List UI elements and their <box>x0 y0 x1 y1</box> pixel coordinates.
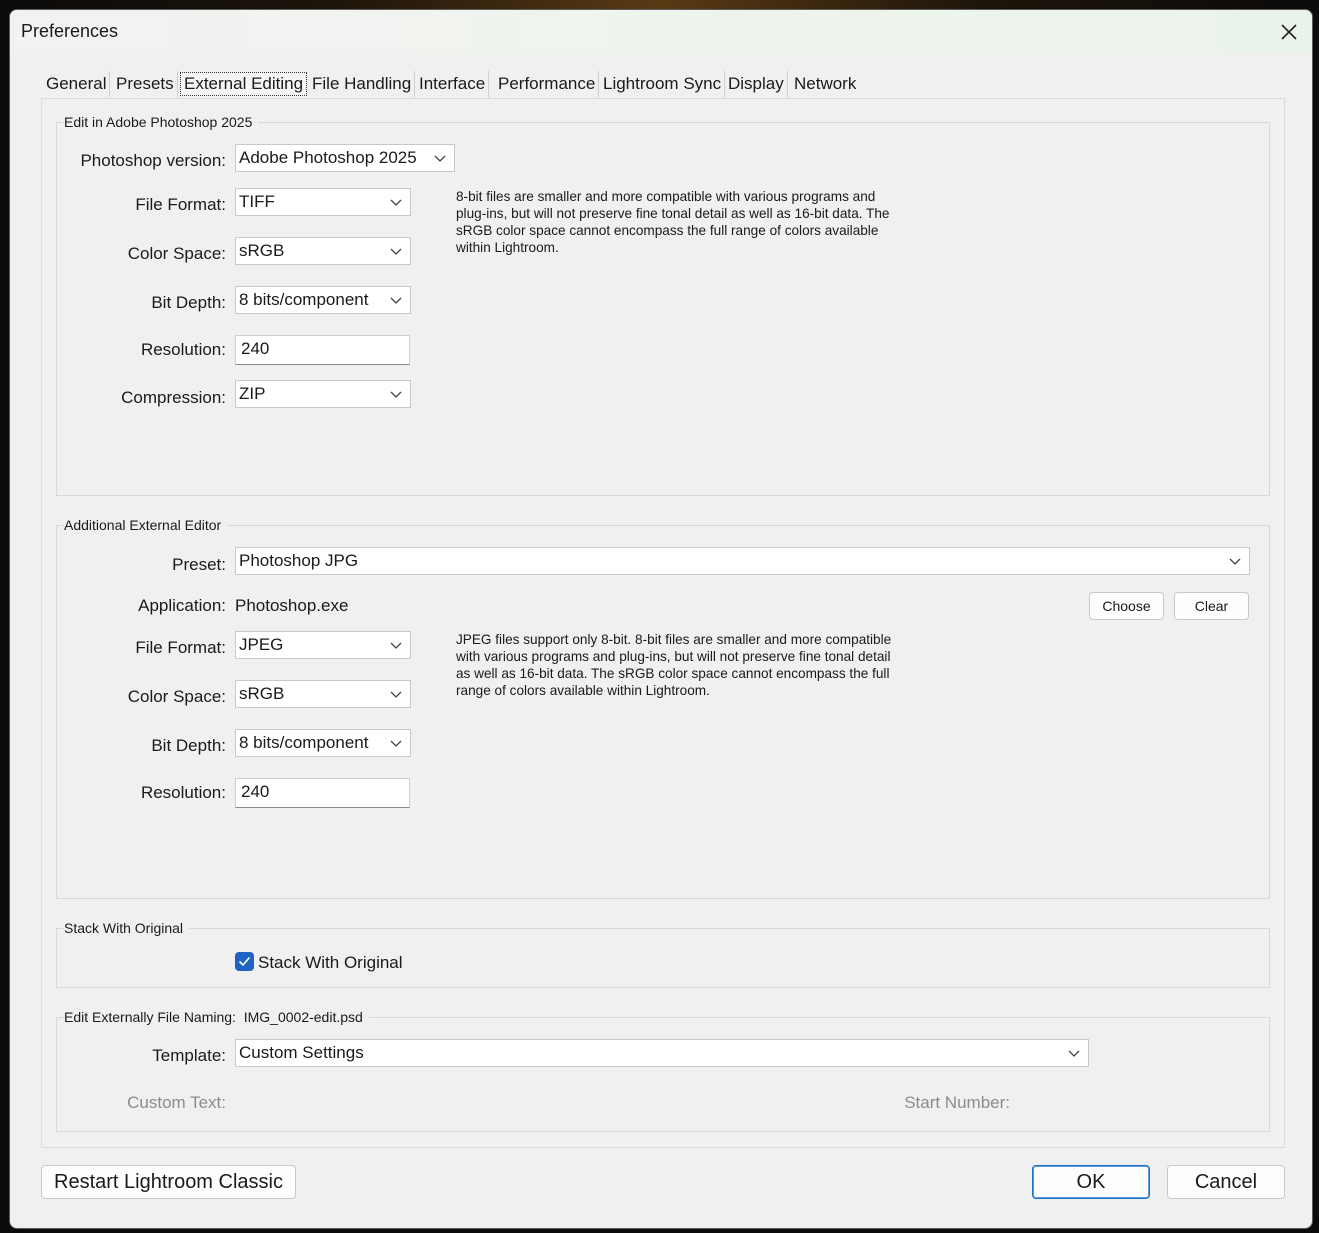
ps-color-space-select[interactable]: sRGB <box>235 237 411 265</box>
close-icon <box>1281 24 1297 40</box>
additional-editor-group-title: Additional External Editor <box>64 517 228 533</box>
ps-bit-depth-label: Bit Depth: <box>151 293 226 312</box>
ae-resolution-label: Resolution: <box>140 783 226 802</box>
ps-compression-label: Compression: <box>121 388 226 407</box>
ps-file-format-select[interactable]: TIFF <box>235 188 411 216</box>
title-bar: Preferences <box>10 10 1312 54</box>
ps-color-space-value: sRGB <box>239 241 285 260</box>
ae-file-format-label: File Format: <box>135 638 226 657</box>
start-number-label: Start Number: <box>904 1093 1010 1112</box>
tab-network[interactable]: Network <box>791 71 859 97</box>
ps-file-format-label: File Format: <box>135 195 226 214</box>
stack-group-title: Stack With Original <box>64 920 190 936</box>
chevron-down-icon <box>390 199 402 206</box>
ae-color-space-select[interactable]: sRGB <box>235 680 411 708</box>
file-naming-group-title: Edit Externally File Naming: IMG_0002-ed… <box>64 1009 369 1025</box>
photoshop-group-title: Edit in Adobe Photoshop 2025 <box>64 114 259 130</box>
ae-file-format-select[interactable]: JPEG <box>235 631 411 659</box>
ae-color-space-value: sRGB <box>239 684 285 703</box>
close-button[interactable] <box>1266 10 1312 54</box>
tab-presets[interactable]: Presets <box>113 71 178 97</box>
tab-performance[interactable]: Performance <box>495 71 600 97</box>
ps-description-line: 8-bit files are smaller and more compati… <box>456 189 876 204</box>
ok-button[interactable]: OK <box>1032 1165 1150 1199</box>
ae-description-line: as well as 16-bit data. The sRGB color s… <box>456 666 890 681</box>
tab-interface[interactable]: Interface <box>416 71 490 97</box>
tab-lightroom-sync[interactable]: Lightroom Sync <box>600 71 726 97</box>
ae-bit-depth-value: 8 bits/component <box>239 733 369 752</box>
file-naming-title: Edit Externally File Naming: <box>64 1009 236 1025</box>
chevron-down-icon <box>390 297 402 304</box>
stack-with-original-label[interactable]: Stack With Original <box>258 953 403 973</box>
photoshop-version-select[interactable]: Adobe Photoshop 2025 <box>235 144 455 172</box>
photoshop-version-value: Adobe Photoshop 2025 <box>239 148 417 167</box>
chevron-down-icon <box>390 248 402 255</box>
choose-button[interactable]: Choose <box>1089 592 1164 620</box>
file-naming-example: IMG_0002-edit.psd <box>243 1009 363 1025</box>
ae-bit-depth-label: Bit Depth: <box>151 736 226 755</box>
preset-value: Photoshop JPG <box>239 551 359 570</box>
ps-file-format-value: TIFF <box>239 192 275 211</box>
window-title: Preferences <box>21 21 119 41</box>
tab-file-handling[interactable]: File Handling <box>309 71 416 97</box>
check-icon <box>238 956 251 967</box>
chevron-down-icon <box>390 391 402 398</box>
ae-file-format-value: JPEG <box>239 635 284 654</box>
chevron-down-icon <box>390 691 402 698</box>
ps-bit-depth-select[interactable]: 8 bits/component <box>235 286 411 314</box>
ps-resolution-label: Resolution: <box>140 340 226 359</box>
ps-color-space-label: Color Space: <box>127 244 226 263</box>
ae-description-line: JPEG files support only 8-bit. 8-bit fil… <box>456 632 892 647</box>
file-naming-group <box>56 1017 1270 1132</box>
chevron-down-icon <box>434 155 446 162</box>
ae-description-line: range of colors available within Lightro… <box>456 683 710 698</box>
tab-general[interactable]: General <box>43 71 111 97</box>
custom-text-label: Custom Text: <box>127 1093 226 1112</box>
clear-button[interactable]: Clear <box>1174 592 1249 620</box>
preferences-window: Preferences General Presets External Edi… <box>9 9 1313 1229</box>
preset-label: Preset: <box>172 555 226 574</box>
preset-select[interactable]: Photoshop JPG <box>235 547 1250 575</box>
ae-description: JPEG files support only 8-bit. 8-bit fil… <box>456 631 946 699</box>
ps-description-line: plug-ins, but will not preserve fine ton… <box>456 206 890 221</box>
cancel-button[interactable]: Cancel <box>1167 1165 1285 1199</box>
tab-external-editing[interactable]: External Editing <box>180 72 308 96</box>
ps-description-line: within Lightroom. <box>456 240 559 255</box>
chevron-down-icon <box>390 642 402 649</box>
ps-description: 8-bit files are smaller and more compati… <box>456 188 936 256</box>
ae-bit-depth-select[interactable]: 8 bits/component <box>235 729 411 757</box>
additional-editor-group <box>56 525 1270 899</box>
chevron-down-icon <box>1068 1050 1080 1057</box>
stack-with-original-checkbox[interactable] <box>235 952 254 971</box>
tab-display[interactable]: Display <box>725 71 788 97</box>
ps-compression-value: ZIP <box>239 384 266 403</box>
template-select[interactable]: Custom Settings <box>235 1039 1089 1067</box>
application-value: Photoshop.exe <box>235 596 349 615</box>
application-label: Application: <box>138 596 226 615</box>
chevron-down-icon <box>1229 558 1241 565</box>
template-value: Custom Settings <box>239 1043 364 1062</box>
photoshop-version-label: Photoshop version: <box>80 151 226 170</box>
ps-compression-select[interactable]: ZIP <box>235 380 411 408</box>
ae-resolution-input[interactable]: 240 <box>235 778 410 808</box>
ps-resolution-input[interactable]: 240 <box>235 335 410 365</box>
ps-bit-depth-value: 8 bits/component <box>239 290 369 309</box>
ps-description-line: sRGB color space cannot encompass the fu… <box>456 223 879 238</box>
ae-description-line: with various programs and plug-ins, but … <box>456 649 891 664</box>
ae-color-space-label: Color Space: <box>127 687 226 706</box>
chevron-down-icon <box>390 740 402 747</box>
restart-lightroom-button[interactable]: Restart Lightroom Classic <box>41 1165 296 1199</box>
template-label: Template: <box>152 1046 226 1065</box>
